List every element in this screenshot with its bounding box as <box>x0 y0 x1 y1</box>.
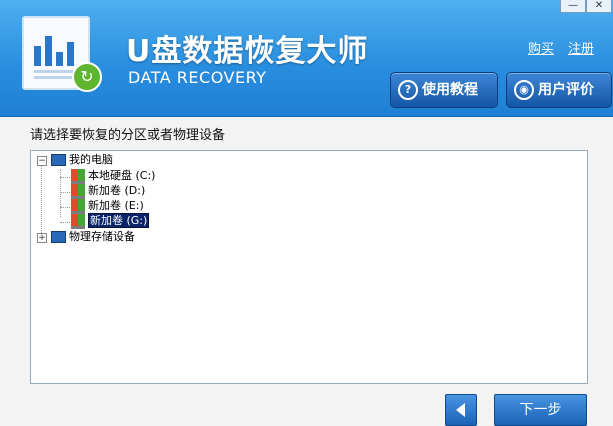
select-prompt: 请选择要恢复的分区或者物理设备 <box>30 128 226 143</box>
tree-item-drive-e[interactable]: 新加卷 (E:) <box>71 198 144 214</box>
tree-item-drive-g[interactable]: 新加卷 (G:) <box>71 213 150 229</box>
register-link[interactable]: 注册 <box>568 38 594 57</box>
drive-icon <box>71 168 85 184</box>
minimize-button[interactable]: — <box>560 0 586 13</box>
tutorial-button-label: 使用教程 <box>422 82 478 98</box>
drive-icon <box>71 198 85 214</box>
partition-tree[interactable]: − 我的电脑 本地硬盘 (C:) 新加卷 (D:) 新加卷 (E:) 新加卷 (… <box>30 150 588 384</box>
drive-icon <box>71 183 85 199</box>
tree-item-drive-c[interactable]: 本地硬盘 (C:) <box>71 168 155 184</box>
app-subtitle: DATA RECOVERY <box>128 68 267 87</box>
physical-devices-expander[interactable]: + <box>37 233 47 243</box>
chat-bubble-icon: ◉ <box>514 80 534 100</box>
refresh-icon: ↻ <box>72 62 102 92</box>
computer-icon <box>51 231 66 243</box>
review-button[interactable]: ◉ 用户评价 <box>506 72 612 108</box>
tree-item-label: 新加卷 (D:) <box>88 184 146 197</box>
app-logo: ↻ <box>22 16 102 92</box>
tree-item-drive-d[interactable]: 新加卷 (D:) <box>71 183 145 199</box>
app-title: U盘数据恢复大师 <box>126 34 369 69</box>
review-button-label: 用户评价 <box>538 82 594 98</box>
close-button[interactable]: ✕ <box>586 0 612 13</box>
buy-link[interactable]: 购买 <box>528 38 554 57</box>
computer-icon <box>51 154 66 166</box>
tree-item-physical-devices[interactable]: 物理存储设备 <box>51 229 135 245</box>
tree-item-my-computer[interactable]: 我的电脑 <box>51 152 113 168</box>
tree-item-label: 我的电脑 <box>69 153 113 166</box>
my-computer-expander[interactable]: − <box>37 156 47 166</box>
drive-icon <box>71 213 85 229</box>
tree-item-label: 本地硬盘 (C:) <box>88 169 156 182</box>
tutorial-button[interactable]: ? 使用教程 <box>390 72 498 108</box>
question-circle-icon: ? <box>398 80 418 100</box>
next-button[interactable]: 下一步 <box>494 394 587 426</box>
tree-item-label: 新加卷 (E:) <box>88 199 144 212</box>
back-button[interactable] <box>445 394 477 426</box>
app-header: ↻ U盘数据恢复大师 DATA RECOVERY — ✕ 购买 注册 ? 使用教程… <box>0 0 613 117</box>
tree-item-label: 新加卷 (G:) <box>88 213 150 228</box>
tree-item-label: 物理存储设备 <box>69 230 135 243</box>
left-arrow-icon <box>456 403 465 417</box>
